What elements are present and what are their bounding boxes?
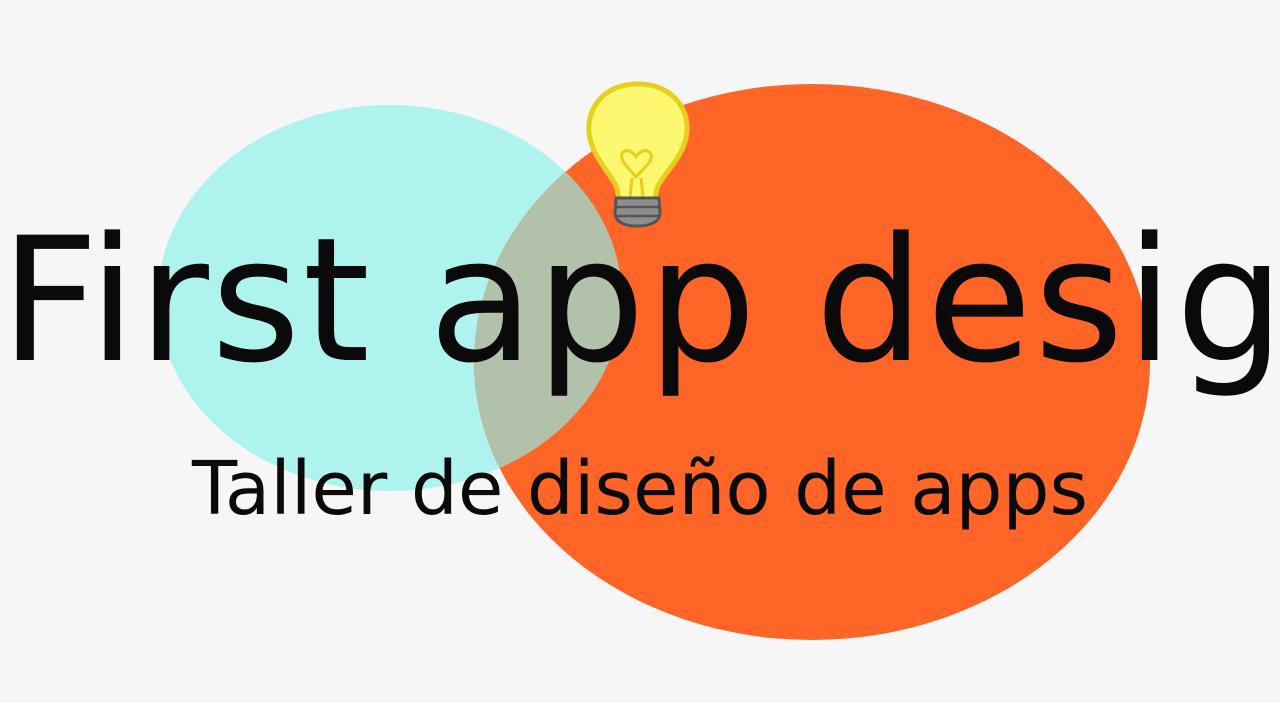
- logo-subtitle: Taller de diseño de apps: [191, 446, 1089, 532]
- logo-canvas: First app design Taller de diseño de app…: [0, 0, 1280, 703]
- logo-title: First app design: [0, 200, 1280, 401]
